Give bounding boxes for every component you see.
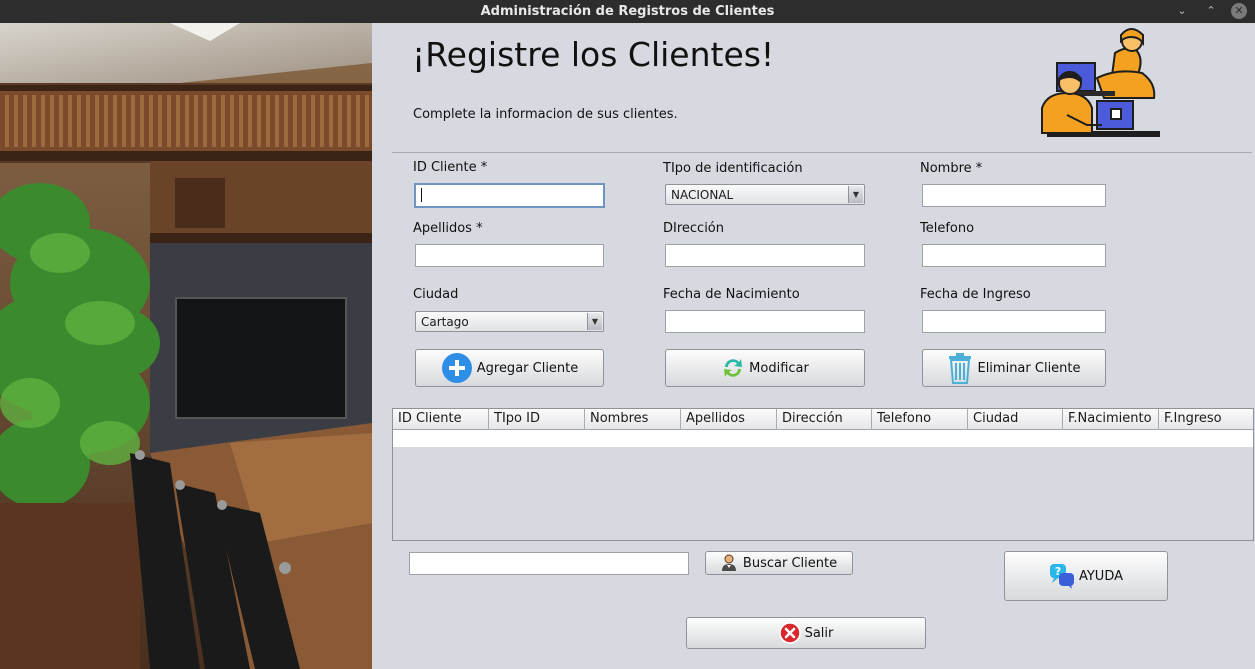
search-input[interactable] [409, 552, 689, 575]
nombre-label: Nombre * [920, 161, 983, 176]
agregar-cliente-button[interactable]: Agregar Cliente [415, 349, 604, 387]
buscar-cliente-label: Buscar Cliente [742, 555, 838, 571]
telefono-input[interactable] [922, 244, 1106, 267]
id-cliente-label: ID Cliente * [413, 160, 488, 175]
ciudad-label: Ciudad [413, 287, 459, 302]
modificar-label: Modificar [749, 360, 809, 376]
plus-circle-icon [441, 352, 473, 384]
fecha-ingreso-label: Fecha de Ingreso [920, 287, 1031, 302]
window-title: Administración de Registros de Clientes [480, 4, 775, 19]
window-titlebar: Administración de Registros de Clientes … [0, 0, 1255, 23]
text-caret [421, 188, 422, 202]
page-subtitle: Complete la informacion de sus clientes. [413, 107, 678, 122]
fecha-ingreso-input[interactable] [922, 310, 1106, 333]
close-window-icon[interactable]: ✕ [1231, 3, 1247, 19]
chevron-down-icon[interactable]: ▼ [848, 186, 863, 203]
salir-button[interactable]: Salir [686, 617, 926, 649]
salir-label: Salir [804, 625, 834, 641]
telefono-label: Telefono [920, 221, 975, 236]
help-chat-icon: ? [1049, 563, 1075, 589]
nombre-input[interactable] [922, 184, 1106, 207]
direccion-input[interactable] [665, 244, 865, 267]
eliminar-cliente-button[interactable]: Eliminar Cliente [922, 349, 1106, 387]
clientes-table[interactable]: ID Cliente TIpo ID Nombres Apellidos Dir… [392, 408, 1254, 541]
fecha-nacimiento-input[interactable] [665, 310, 865, 333]
ciudad-value: Cartago [421, 315, 469, 329]
tipo-identificacion-value: NACIONAL [671, 188, 734, 202]
header-separator [392, 152, 1252, 153]
modificar-button[interactable]: Modificar [665, 349, 865, 387]
column-header[interactable]: Ciudad [968, 409, 1063, 430]
tipo-identificacion-label: TIpo de identificación [663, 161, 803, 176]
column-header[interactable]: ID Cliente [393, 409, 489, 430]
column-header[interactable]: Nombres [585, 409, 681, 430]
column-header[interactable]: TIpo ID [489, 409, 585, 430]
ayuda-button[interactable]: ? AYUDA [1004, 551, 1168, 601]
chevron-down-icon[interactable]: ▼ [587, 313, 602, 330]
minimize-icon[interactable]: ⌄ [1174, 3, 1190, 19]
buscar-cliente-button[interactable]: Buscar Cliente [705, 551, 853, 575]
close-circle-icon [778, 622, 801, 644]
column-header[interactable]: F.Nacimiento [1063, 409, 1159, 430]
eliminar-cliente-label: Eliminar Cliente [977, 360, 1081, 376]
column-header[interactable]: Telefono [872, 409, 968, 430]
direccion-label: DIrección [663, 221, 725, 236]
tipo-identificacion-select[interactable]: NACIONAL ▼ [665, 184, 865, 205]
table-row[interactable] [393, 430, 1253, 447]
main-panel: ¡Registre los Clientes! Complete la info… [372, 23, 1255, 669]
refresh-icon [721, 356, 745, 380]
table-header: ID Cliente TIpo ID Nombres Apellidos Dir… [393, 409, 1253, 430]
fecha-nacimiento-label: Fecha de Nacimiento [663, 287, 800, 302]
ciudad-select[interactable]: Cartago ▼ [415, 311, 604, 332]
user-search-icon [721, 554, 739, 572]
trash-icon [947, 352, 973, 384]
page-title: ¡Registre los Clientes! [412, 35, 775, 74]
agregar-cliente-label: Agregar Cliente [476, 360, 579, 376]
restore-icon[interactable]: ⌃ [1203, 3, 1219, 19]
column-header[interactable]: Dirección [777, 409, 872, 430]
office-photo [0, 23, 372, 669]
office-workers-illustration [1041, 28, 1160, 137]
column-header[interactable]: Apellidos [681, 409, 777, 430]
apellidos-input[interactable] [415, 244, 604, 267]
column-header[interactable]: F.Ingreso [1159, 409, 1253, 430]
apellidos-label: Apellidos * [413, 221, 483, 236]
ayuda-label: AYUDA [1078, 568, 1123, 584]
id-cliente-input[interactable] [414, 183, 605, 208]
